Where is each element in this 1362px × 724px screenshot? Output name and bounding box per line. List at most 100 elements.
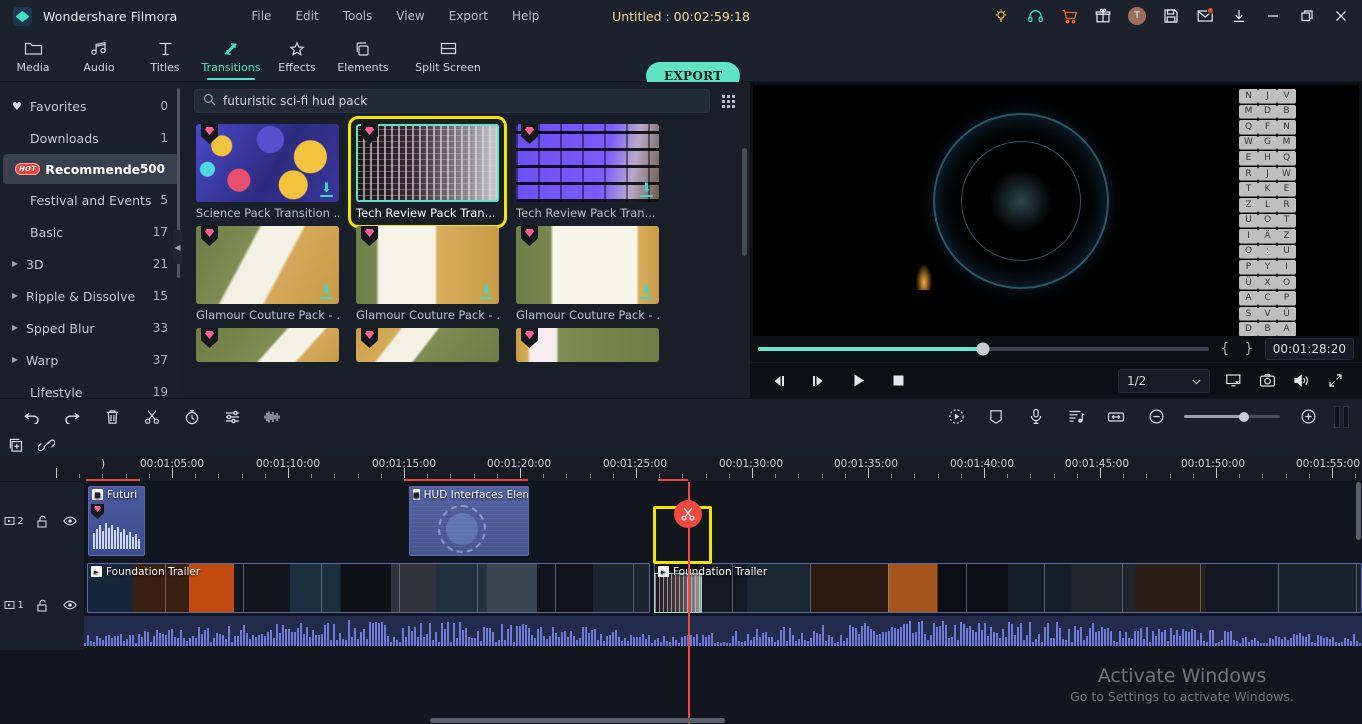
lock-open-icon[interactable] — [28, 515, 56, 528]
volume-icon[interactable] — [1284, 366, 1318, 396]
menu-help[interactable]: Help — [500, 5, 551, 27]
redo-icon[interactable] — [52, 399, 92, 435]
restore-icon[interactable] — [1290, 0, 1324, 32]
headset-icon[interactable] — [1018, 0, 1052, 32]
preview-video[interactable]: N M Q W E R T Z U I O P Ü A S D J D F G … — [753, 85, 1359, 336]
transition-card[interactable]: ⬇ Tech Review Pack Tran... — [516, 124, 659, 220]
gift-icon[interactable] — [1086, 0, 1120, 32]
menu-export[interactable]: Export — [437, 5, 500, 27]
timeline-clip[interactable]: ■ HUD Interfaces Elem — [409, 486, 529, 556]
tab-transitions[interactable]: Transitions — [198, 32, 264, 82]
grid-dots-icon[interactable] — [716, 94, 740, 108]
mark-in-button[interactable]: { — [1217, 341, 1233, 357]
applied-transition-clip[interactable] — [655, 574, 701, 612]
transition-card[interactable]: ⬇ Glamour Couture Pack - ... — [356, 226, 499, 322]
download-icon[interactable] — [1222, 0, 1256, 32]
transition-card[interactable] — [196, 328, 339, 362]
cart-icon[interactable] — [1052, 0, 1086, 32]
lock-open-icon[interactable] — [28, 599, 56, 612]
transition-card[interactable]: ⬇ Glamour Couture Pack - ... — [516, 226, 659, 322]
browser-scrollbar[interactable] — [742, 148, 747, 256]
transition-card[interactable]: ⬇ Glamour Couture Pack - ... — [196, 226, 339, 322]
sidebar-item-recommended[interactable]: HOT Recommended 500 — [3, 154, 179, 184]
zoom-in-icon[interactable] — [1288, 399, 1328, 435]
transition-card[interactable] — [356, 328, 499, 362]
auto-beat-sync-icon[interactable] — [1056, 399, 1096, 435]
timeline-clip[interactable]: ■ Futuri — [88, 486, 145, 556]
transition-card[interactable]: ⬇ Science Pack Transition ... — [196, 124, 339, 220]
fit-timeline-icon[interactable] — [1096, 399, 1136, 435]
prev-frame-icon[interactable] — [758, 366, 798, 396]
sidebar-item-3d[interactable]: ▶ 3D 21 — [0, 248, 182, 280]
download-icon[interactable]: ⬇ — [320, 284, 333, 299]
bulb-icon[interactable] — [984, 0, 1018, 32]
add-track-icon[interactable] — [0, 434, 31, 456]
sidebar-item-favorites[interactable]: ♥ Favorites 0 — [0, 90, 182, 122]
download-icon[interactable]: ⬇ — [640, 182, 653, 197]
play-icon[interactable] — [838, 366, 878, 396]
sidebar-item-lifestyle[interactable]: Lifestyle 19 — [0, 376, 182, 399]
menu-file[interactable]: File — [239, 5, 283, 27]
eye-icon[interactable] — [56, 600, 84, 610]
preview-timecode[interactable]: 00:01:28:20 — [1264, 338, 1354, 360]
scissors-icon[interactable] — [674, 500, 702, 528]
timeline-horizontal-scrollbar[interactable] — [430, 718, 725, 723]
duration-clock-icon[interactable] — [172, 399, 212, 435]
timeline-vertical-scrollbar[interactable] — [1356, 482, 1361, 540]
download-icon[interactable]: ⬇ — [640, 284, 653, 299]
timeline-clip[interactable]: ► Foundation Trailer — [654, 563, 1362, 613]
tab-elements[interactable]: Elements — [330, 32, 396, 82]
sidebar-item-festival-and-events[interactable]: Festival and Events 5 — [0, 184, 182, 216]
link-icon[interactable] — [31, 434, 62, 456]
sidebar-item-basic[interactable]: Basic 17 — [0, 216, 182, 248]
tab-titles[interactable]: Titles — [132, 32, 198, 82]
sidebar-item-spped-blur[interactable]: ▶ Spped Blur 33 — [0, 312, 182, 344]
tab-audio[interactable]: Audio — [66, 32, 132, 82]
sidebar-item-warp[interactable]: ▶ Warp 37 — [0, 344, 182, 376]
timeline-zoom-handle[interactable] — [1238, 411, 1249, 422]
snapshot-icon[interactable] — [1250, 366, 1284, 396]
stop-icon[interactable] — [878, 366, 918, 396]
search-input[interactable] — [223, 94, 701, 108]
playhead[interactable] — [674, 482, 702, 724]
preview-progress-handle[interactable] — [976, 342, 990, 356]
delete-icon[interactable] — [92, 399, 132, 435]
download-icon[interactable]: ⬇ — [480, 284, 493, 299]
search-box[interactable] — [194, 89, 710, 113]
fullscreen-icon[interactable] — [1318, 366, 1352, 396]
settings-sliders-icon[interactable] — [212, 399, 252, 435]
sidebar-item-downloads[interactable]: Downloads 1 — [0, 122, 182, 154]
menu-tools[interactable]: Tools — [331, 5, 385, 27]
save-icon[interactable] — [1154, 0, 1188, 32]
render-preview-icon[interactable] — [1216, 366, 1250, 396]
menu-edit[interactable]: Edit — [283, 5, 330, 27]
sidebar-item-ripple-and-dissolve[interactable]: ▶ Ripple & Dissolve 15 — [0, 280, 182, 312]
close-icon[interactable] — [1324, 0, 1358, 32]
tab-media[interactable]: Media — [0, 32, 66, 82]
undo-icon[interactable] — [12, 399, 52, 435]
transition-card-selected[interactable]: Tech Review Pack Tran... — [348, 116, 507, 228]
mark-out-button[interactable]: } — [1241, 341, 1257, 357]
avatar[interactable]: T — [1120, 0, 1154, 32]
next-frame-icon[interactable] — [798, 366, 838, 396]
audio-waveform-icon[interactable] — [252, 399, 292, 435]
timeline-clip[interactable]: ► Foundation Trailer — [87, 563, 650, 613]
timeline-ruler[interactable]: ) 00:01:05:00 00:01:10:00 00:01:15:00 00… — [0, 456, 1362, 482]
mask-icon[interactable] — [976, 399, 1016, 435]
eye-icon[interactable] — [56, 516, 84, 526]
menu-view[interactable]: View — [384, 5, 436, 27]
audio-waveform[interactable] — [84, 616, 1362, 646]
level-meter-icon[interactable] — [1334, 405, 1356, 428]
tab-effects[interactable]: Effects — [264, 32, 330, 82]
timeline-zoom-slider[interactable] — [1184, 411, 1280, 422]
preview-quality-select[interactable]: 1/2 — [1118, 368, 1210, 393]
split-scissors-icon[interactable] — [132, 399, 172, 435]
download-icon[interactable]: ⬇ — [320, 182, 333, 197]
minimize-icon[interactable] — [1256, 0, 1290, 32]
collapse-sidebar-button[interactable]: ◀ — [173, 230, 182, 264]
transition-card[interactable] — [516, 328, 659, 362]
mail-icon[interactable] — [1188, 0, 1222, 32]
preview-progress-track[interactable] — [758, 342, 1209, 356]
voiceover-mic-icon[interactable] — [1016, 399, 1056, 435]
zoom-out-icon[interactable] — [1136, 399, 1176, 435]
